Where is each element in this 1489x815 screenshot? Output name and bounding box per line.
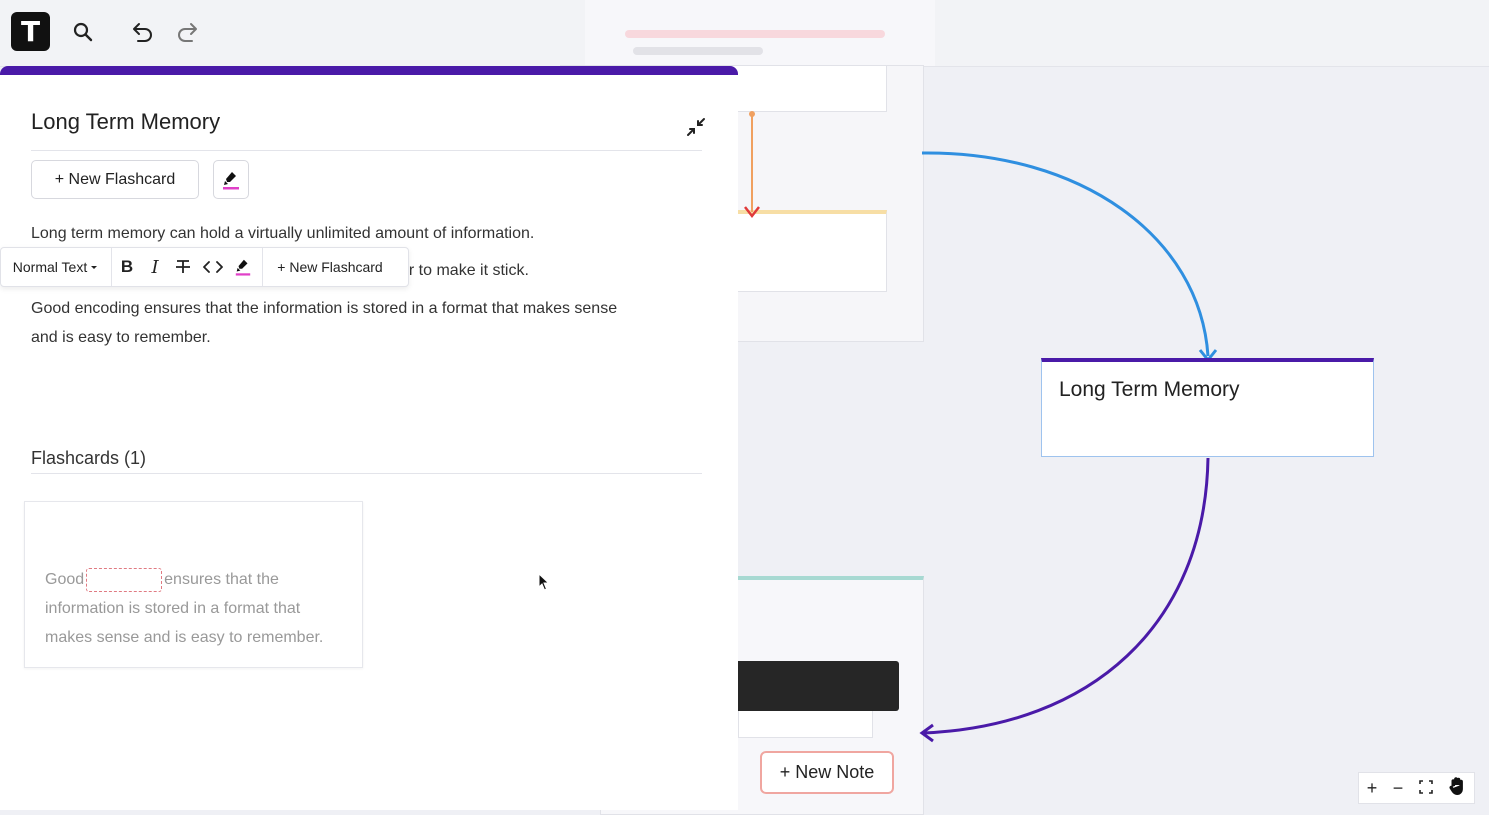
divider xyxy=(31,150,702,151)
edge-purple xyxy=(923,457,1210,735)
note-paragraph[interactable]: Good encoding ensures that the informati… xyxy=(31,294,617,352)
paragraph-line: and is easy to remember. xyxy=(31,329,211,346)
fit-screen-icon[interactable] xyxy=(1418,778,1433,799)
note-paragraph[interactable]: Long term memory can hold a virtually un… xyxy=(31,219,534,248)
code-icon[interactable] xyxy=(198,248,228,286)
cloze-blank xyxy=(86,567,163,592)
note-detail-panel: Long Term Memory + New Flashcard Long te… xyxy=(0,66,738,810)
hand-pan-icon[interactable] xyxy=(1448,776,1466,801)
undo-icon[interactable] xyxy=(128,18,156,46)
paragraph-line: Good encoding ensures that the informati… xyxy=(31,300,618,317)
top-toolbar: T xyxy=(0,0,1489,67)
new-flashcard-button[interactable]: + New Flashcard xyxy=(31,160,199,199)
collapse-icon[interactable] xyxy=(684,115,708,139)
note-paragraph[interactable]: er to make it stick. xyxy=(400,256,529,285)
flashcard-text: Good ensures that the information is stor… xyxy=(45,565,355,652)
text-style-dropdown[interactable]: Normal Text xyxy=(1,248,111,286)
divider xyxy=(31,473,702,474)
highlighter-icon[interactable] xyxy=(228,248,258,286)
zoom-out-button[interactable]: − xyxy=(1393,778,1404,799)
flashcard-text-after: ensures that the xyxy=(164,571,279,588)
app-logo[interactable]: T xyxy=(11,12,50,51)
text-style-label: Normal Text xyxy=(12,259,88,275)
flashcard-text-line: information is stored in a format that xyxy=(45,600,301,617)
new-note-button[interactable]: + New Note xyxy=(760,751,894,794)
toolbar-new-flashcard-button[interactable]: + New Flashcard xyxy=(263,248,397,286)
panel-title: Long Term Memory xyxy=(31,109,221,134)
text-format-toolbar: Normal Text B I + New Flashcard xyxy=(0,247,409,287)
highlighter-icon[interactable] xyxy=(213,160,249,199)
caret-down-icon xyxy=(91,266,98,269)
search-icon[interactable] xyxy=(69,18,97,46)
node-long-term-memory[interactable]: Long Term Memory xyxy=(1041,358,1374,457)
flashcard-text-before: Good xyxy=(45,571,85,588)
flashcard-item[interactable]: Good ensures that the information is stor… xyxy=(24,501,363,668)
zoom-controls: + − xyxy=(1358,772,1475,804)
zoom-in-button[interactable]: + xyxy=(1367,778,1378,799)
flashcards-section-title: Flashcards (1) xyxy=(31,448,147,468)
edge-endpoint xyxy=(749,111,755,117)
italic-button[interactable]: I xyxy=(142,248,168,286)
redo-icon[interactable] xyxy=(174,18,202,46)
edge-blue xyxy=(921,151,1210,357)
flashcard-text-line: makes sense and is easy to remember. xyxy=(45,629,324,646)
bold-button[interactable]: B xyxy=(112,248,142,286)
strikethrough-icon[interactable] xyxy=(168,248,198,286)
node-title: Long Term Memory xyxy=(1059,378,1240,401)
blurred-header-area xyxy=(585,0,935,66)
mouse-cursor-icon xyxy=(538,572,550,596)
